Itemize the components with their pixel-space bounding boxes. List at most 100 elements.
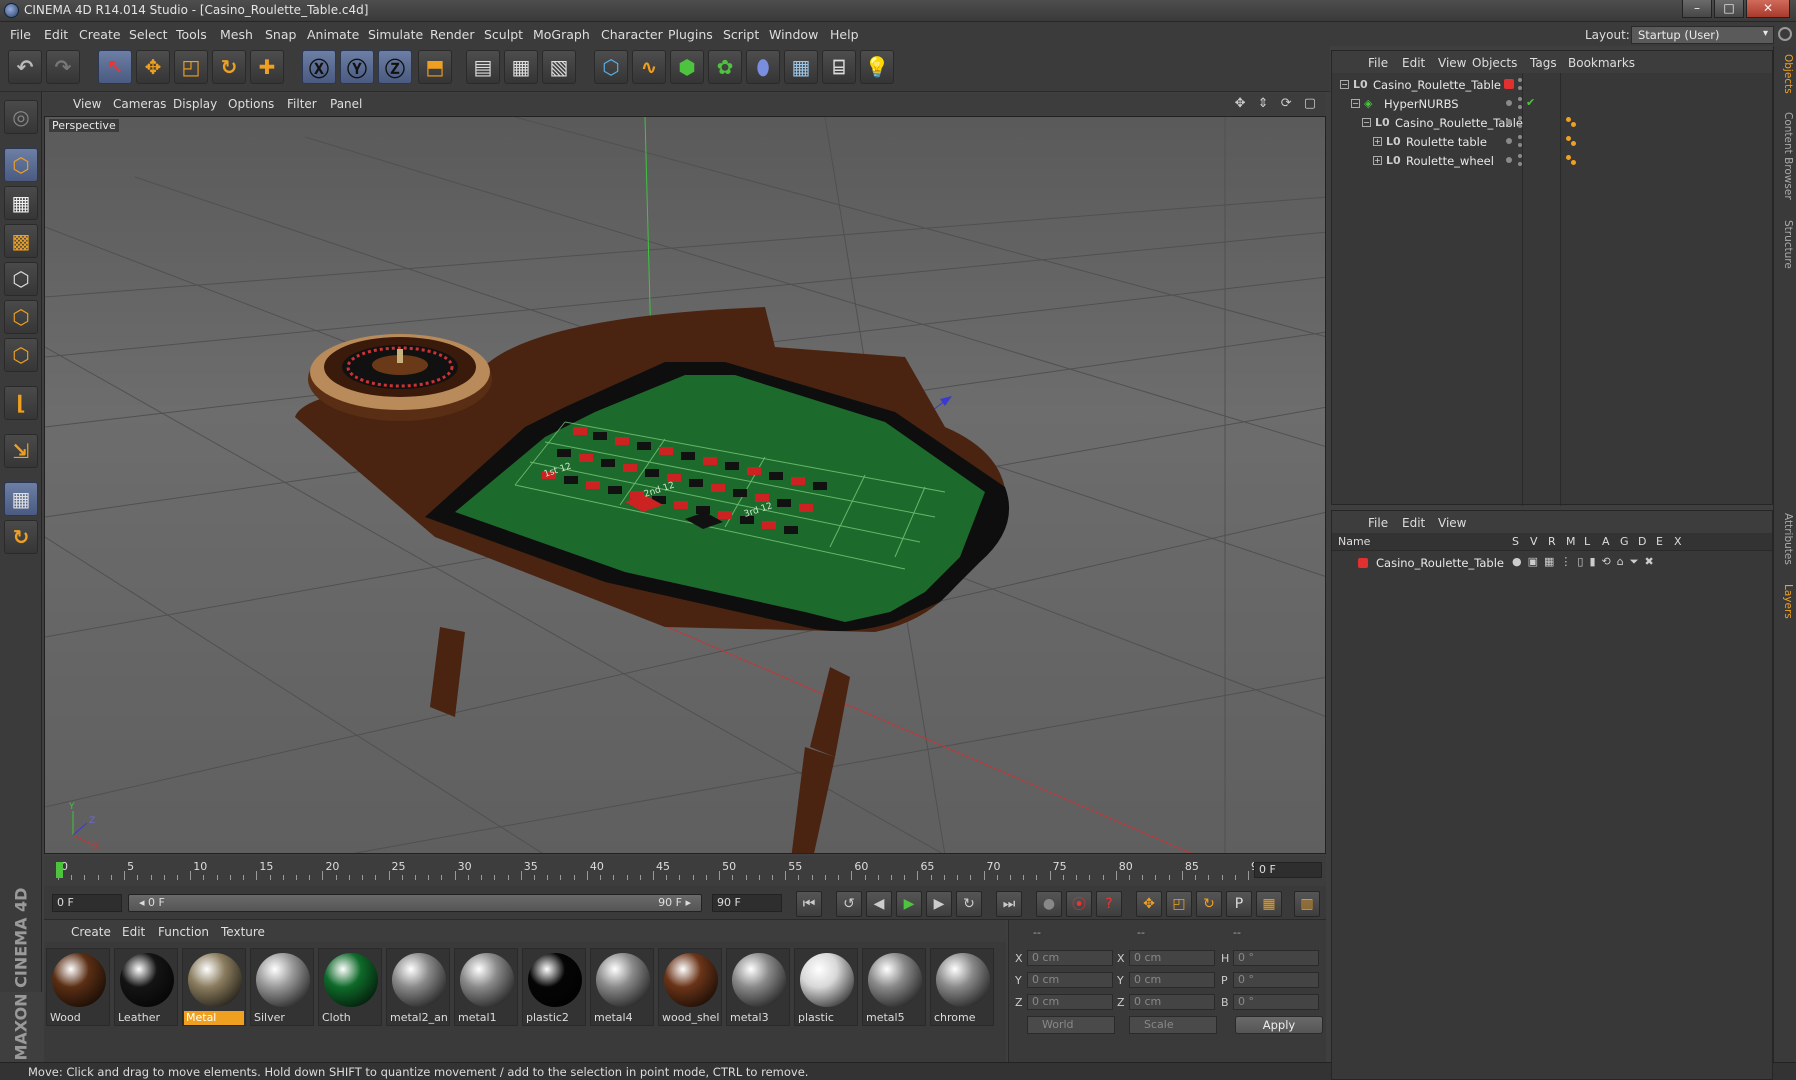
- material-menu-texture[interactable]: Texture: [221, 925, 265, 939]
- visibility-dot-icon[interactable]: [1506, 119, 1512, 125]
- menu-animate[interactable]: Animate: [307, 27, 359, 42]
- material-menu-create[interactable]: Create: [71, 925, 111, 939]
- menu-mograph[interactable]: MoGraph: [533, 27, 590, 42]
- material-swatch[interactable]: metal3: [726, 948, 790, 1026]
- material-swatch[interactable]: plastic2: [522, 948, 586, 1026]
- cube-icon[interactable]: ⬡: [594, 50, 628, 84]
- tab-objects[interactable]: Objects: [1776, 52, 1794, 96]
- tweak-mode-icon[interactable]: ⇲: [4, 434, 38, 468]
- playhead-marker[interactable]: [56, 862, 63, 878]
- editor-visibility-dot-icon[interactable]: [1518, 162, 1522, 166]
- menu-edit[interactable]: Edit: [44, 27, 68, 42]
- render-visibility-dot-icon[interactable]: [1518, 97, 1522, 101]
- size-z-field[interactable]: 0 cm: [1129, 994, 1215, 1010]
- menu-mesh[interactable]: Mesh: [220, 27, 253, 42]
- render-view-icon[interactable]: ▤: [466, 50, 500, 84]
- minimize-button[interactable]: –: [1682, 0, 1712, 18]
- viewport-nav-icons[interactable]: ✥ ⇕ ⟳ ▢: [1235, 96, 1320, 111]
- key-parameter-icon[interactable]: P: [1226, 891, 1252, 917]
- autokeying-icon[interactable]: ⦿: [1066, 891, 1092, 917]
- render-visibility-dot-icon[interactable]: [1518, 78, 1522, 82]
- material-swatch[interactable]: metal2_ani: [386, 948, 450, 1026]
- expand-toggle-icon[interactable]: −: [1362, 118, 1371, 127]
- pos-z-field[interactable]: 0 cm: [1027, 994, 1113, 1010]
- material-swatch[interactable]: Silver: [250, 948, 314, 1026]
- preview-range-slider[interactable]: ◂ 0 F 90 F ▸: [128, 894, 702, 912]
- coordinate-system-icon[interactable]: ⬒: [418, 50, 452, 84]
- current-frame-field[interactable]: 0 F: [1254, 862, 1322, 878]
- object-row[interactable]: + L0 Roulette table: [1332, 132, 1772, 152]
- layer-col-xref[interactable]: X: [1674, 535, 1682, 548]
- viewport-menu-display[interactable]: Display: [173, 97, 217, 111]
- max-frame-field[interactable]: 90 F: [712, 894, 782, 912]
- axis-mode-icon[interactable]: ⌊: [4, 386, 38, 420]
- layer-col-manager[interactable]: M: [1566, 535, 1576, 548]
- expand-toggle-icon[interactable]: −: [1351, 99, 1360, 108]
- menu-simulate[interactable]: Simulate: [368, 27, 423, 42]
- expand-toggle-icon[interactable]: +: [1373, 156, 1382, 165]
- material-swatch[interactable]: metal5: [862, 948, 926, 1026]
- points-mode-icon[interactable]: ⬡: [4, 262, 38, 296]
- layer-col-name[interactable]: Name: [1338, 535, 1370, 548]
- obj-menu-file[interactable]: File: [1368, 56, 1388, 70]
- layer-col-animation[interactable]: A: [1602, 535, 1610, 548]
- array-icon[interactable]: ✿: [708, 50, 742, 84]
- workplane-icon[interactable]: ▩: [4, 224, 38, 258]
- material-tag-icon[interactable]: [1566, 155, 1578, 167]
- render-visibility-dot-icon[interactable]: [1518, 154, 1522, 158]
- redo-icon[interactable]: ↷: [46, 50, 80, 84]
- obj-menu-view[interactable]: View: [1438, 56, 1466, 70]
- next-frame-icon[interactable]: ▶: [926, 891, 952, 917]
- record-keys-icon[interactable]: ●: [1036, 891, 1062, 917]
- pos-x-field[interactable]: 0 cm: [1027, 950, 1113, 966]
- close-button[interactable]: ✕: [1746, 0, 1790, 18]
- viewport-menu-panel[interactable]: Panel: [330, 97, 362, 111]
- go-to-start-icon[interactable]: ⏮: [796, 891, 822, 917]
- nurbs-icon[interactable]: ⬢: [670, 50, 704, 84]
- play-icon[interactable]: ▶: [896, 891, 922, 917]
- coordinate-space-dropdown[interactable]: World: [1027, 1016, 1115, 1034]
- tab-layers[interactable]: Layers: [1776, 578, 1794, 624]
- object-row[interactable]: + L0 Roulette_wheel: [1332, 151, 1772, 171]
- next-key-icon[interactable]: ↻: [956, 891, 982, 917]
- key-rotation-icon[interactable]: ↻: [1196, 891, 1222, 917]
- layer-row[interactable]: Casino_Roulette_Table ●▣▦⋮▯▮⟲⌂⏷✖: [1332, 553, 1772, 573]
- material-swatch[interactable]: Wood: [46, 948, 110, 1026]
- apply-button[interactable]: Apply: [1235, 1016, 1323, 1034]
- viewport-menu-options[interactable]: Options: [228, 97, 274, 111]
- viewport-menu-view[interactable]: View: [73, 97, 101, 111]
- material-tag-icon[interactable]: [1566, 136, 1578, 148]
- layer-color-swatch[interactable]: [1504, 79, 1514, 89]
- live-selection-icon[interactable]: ↖: [98, 50, 132, 84]
- snapping-icon[interactable]: ▦: [4, 482, 38, 516]
- menu-create[interactable]: Create: [79, 27, 121, 42]
- object-row[interactable]: − L0 Casino_Roulette_Table: [1332, 113, 1772, 133]
- menu-snap[interactable]: Snap: [265, 27, 296, 42]
- camera-icon[interactable]: ⌸: [822, 50, 856, 84]
- material-swatch[interactable]: Metal: [182, 948, 246, 1026]
- layout-dropdown[interactable]: Startup (User): [1631, 26, 1774, 44]
- model-mode-icon[interactable]: ⬡: [4, 148, 38, 182]
- material-swatch[interactable]: chrome: [930, 948, 994, 1026]
- obj-menu-bookmarks[interactable]: Bookmarks: [1568, 56, 1635, 70]
- z-axis-icon[interactable]: Ⓩ: [378, 50, 412, 84]
- size-x-field[interactable]: 0 cm: [1129, 950, 1215, 966]
- maximize-button[interactable]: □: [1714, 0, 1744, 18]
- deformer-icon[interactable]: ⬮: [746, 50, 780, 84]
- material-menu-edit[interactable]: Edit: [122, 925, 145, 939]
- material-swatch[interactable]: plastic: [794, 948, 858, 1026]
- material-swatch[interactable]: Cloth: [318, 948, 382, 1026]
- size-mode-dropdown[interactable]: Scale: [1129, 1016, 1217, 1034]
- editor-visibility-dot-icon[interactable]: [1518, 86, 1522, 90]
- expand-toggle-icon[interactable]: −: [1340, 80, 1349, 89]
- menu-file[interactable]: File: [10, 27, 31, 42]
- timeline-window-icon[interactable]: ▥: [1294, 891, 1320, 917]
- material-swatch[interactable]: wood_shel: [658, 948, 722, 1026]
- key-scale-icon[interactable]: ◰: [1166, 891, 1192, 917]
- polygons-mode-icon[interactable]: ⬡: [4, 338, 38, 372]
- material-menu-function[interactable]: Function: [158, 925, 209, 939]
- locked-workplane-icon[interactable]: ↻: [4, 520, 38, 554]
- y-axis-icon[interactable]: Ⓨ: [340, 50, 374, 84]
- search-icon[interactable]: [1778, 27, 1792, 41]
- texture-mode-icon[interactable]: ▦: [4, 186, 38, 220]
